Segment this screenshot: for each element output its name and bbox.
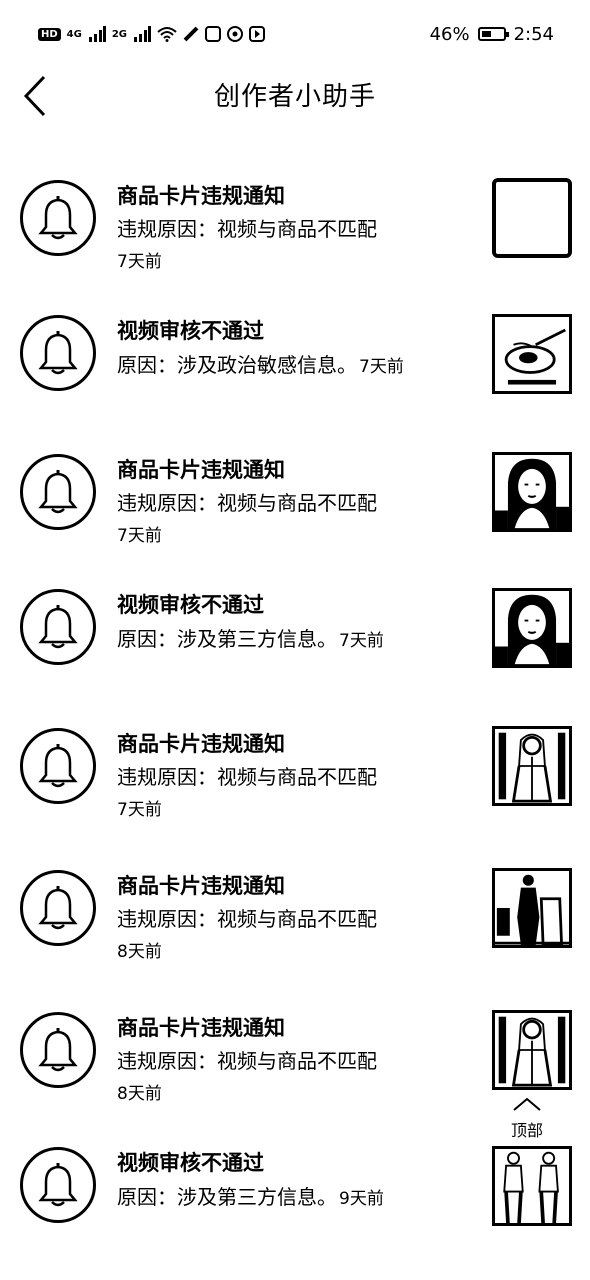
status-right: 46% 2:54 [430,22,554,46]
bell-icon [38,331,78,375]
video-thumbnail[interactable] [492,1146,572,1226]
notification-title: 视频审核不通过 [117,593,264,617]
notification-reason-text: 违规原因：视频与商品不匹配 [117,217,377,241]
bell-icon [38,1028,78,1072]
network-label-1: 4G [66,28,82,40]
notification-title: 商品卡片违规通知 [117,184,285,208]
notification-title: 视频审核不通过 [117,1151,264,1175]
app-circle-icon [227,26,244,42]
bell-avatar [20,589,96,665]
notification-reason: 违规原因：视频与商品不匹配 [117,903,377,932]
page-title: 创作者小助手 [213,82,376,112]
app-play-icon [249,26,266,42]
video-thumbnail[interactable] [492,314,572,394]
notification-time: 7天前 [117,800,162,820]
bell-avatar [20,1147,96,1223]
notification-item[interactable]: 商品卡片违规通知 违规原因：视频与商品不匹配 8天前 [0,836,590,978]
bell-icon [38,886,78,930]
bell-icon [38,605,78,649]
notification-reason: 原因：涉及政治敏感信息。 7天前 [117,349,404,378]
notification-time: 8天前 [117,1084,162,1104]
notification-time: 7天前 [339,631,384,651]
notification-time: 7天前 [117,526,162,546]
bell-avatar [20,180,96,256]
scroll-top-label: 顶部 [510,1121,543,1140]
notification-reason: 违规原因：视频与商品不匹配 [117,487,377,516]
notification-time: 7天前 [359,357,404,377]
wifi-icon [157,26,177,42]
signal-icon [88,26,106,42]
notification-item[interactable]: 商品卡片违规通知 违规原因：视频与商品不匹配 7天前 [0,694,590,836]
notification-reason-text: 原因：涉及政治敏感信息。 [117,353,357,377]
notification-title: 商品卡片违规通知 [117,874,285,898]
battery-percent: 46% [429,23,470,45]
notification-item[interactable]: 视频审核不通过 原因：涉及政治敏感信息。 7天前 [0,288,590,430]
bell-avatar [20,454,96,530]
notification-reason: 原因：涉及第三方信息。 9天前 [117,1181,384,1210]
notification-item[interactable]: 商品卡片违规通知 违规原因：视频与商品不匹配 7天前 [0,146,590,288]
video-thumbnail[interactable] [492,1010,572,1090]
video-thumbnail[interactable] [492,726,572,806]
status-left: HD 4G 2G [38,22,266,46]
bell-avatar [20,1012,96,1088]
bell-avatar [20,728,96,804]
notification-title: 视频审核不通过 [117,319,264,343]
bell-icon [38,744,78,788]
signal-icon [133,26,152,42]
notification-time: 7天前 [117,252,162,272]
notification-reason-text: 原因：涉及第三方信息。 [117,627,337,651]
notification-reason: 原因：涉及第三方信息。 7天前 [117,623,384,652]
network-label-2: 2G [111,28,128,40]
notification-reason: 违规原因：视频与商品不匹配 [117,213,377,242]
notification-item[interactable]: 视频审核不通过 原因：涉及第三方信息。 9天前 [0,1120,590,1262]
notification-title: 商品卡片违规通知 [117,732,285,756]
notification-item[interactable]: 视频审核不通过 原因：涉及第三方信息。 7天前 [0,562,590,704]
bell-icon [38,470,78,514]
notification-reason: 违规原因：视频与商品不匹配 [117,761,377,790]
video-thumbnail[interactable] [492,868,572,948]
header: 创作者小助手 [0,66,590,126]
app-square-icon [205,26,222,42]
scroll-top-button[interactable]: 顶部 [502,1096,552,1140]
video-thumbnail[interactable] [492,452,572,532]
notification-reason-text: 违规原因：视频与商品不匹配 [117,765,377,789]
bell-avatar [20,315,96,391]
notification-item[interactable]: 商品卡片违规通知 违规原因：视频与商品不匹配 7天前 [0,420,590,562]
notification-reason-text: 违规原因：视频与商品不匹配 [117,491,377,515]
link-icon [183,26,199,42]
bell-avatar [20,870,96,946]
notification-time: 8天前 [117,942,162,962]
status-bar: HD 4G 2G 46% 2:54 [0,0,590,66]
notification-reason-text: 违规原因：视频与商品不匹配 [117,1049,377,1073]
battery-icon [477,27,509,41]
notification-reason-text: 违规原因：视频与商品不匹配 [117,907,377,931]
notification-time: 9天前 [339,1189,384,1209]
clock: 2:54 [513,23,554,45]
bell-icon [38,196,78,240]
notification-reason: 违规原因：视频与商品不匹配 [117,1045,377,1074]
notification-title: 商品卡片违规通知 [117,458,285,482]
hd-badge: HD [38,27,61,41]
notification-title: 商品卡片违规通知 [117,1016,285,1040]
video-thumbnail[interactable] [492,178,572,258]
notification-reason-text: 原因：涉及第三方信息。 [117,1185,337,1209]
bell-icon [38,1163,78,1207]
video-thumbnail[interactable] [492,588,572,668]
chevron-up-icon [513,1097,541,1111]
